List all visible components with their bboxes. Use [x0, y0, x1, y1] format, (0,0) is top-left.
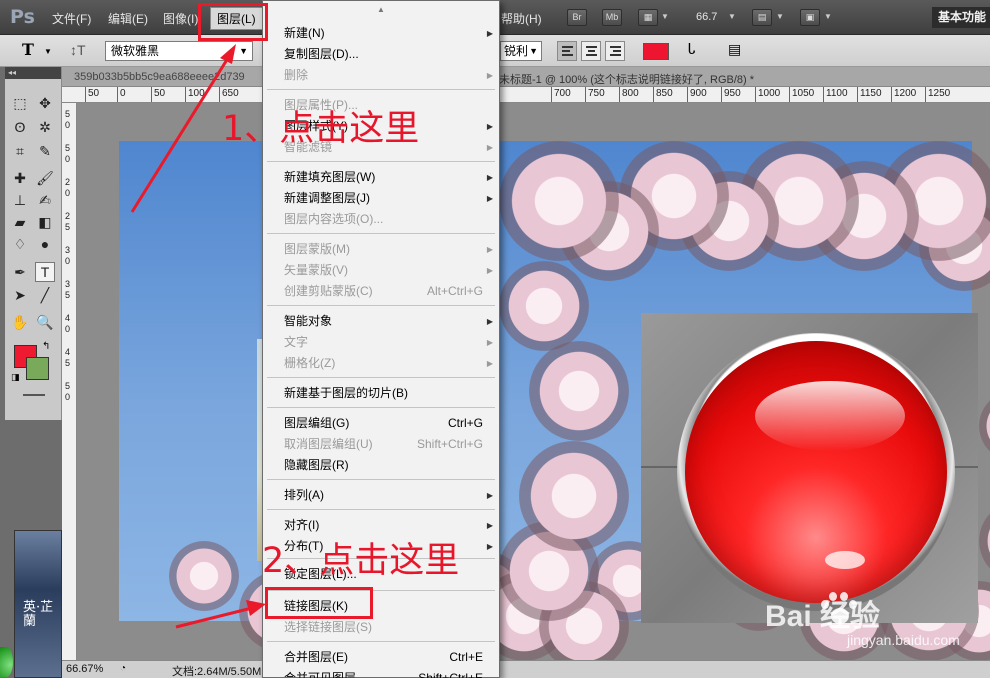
- photoshop-window: Ps 文件(F) 编辑(E) 图像(I) 图层(L) 帮助(H) Br Mb ▦…: [0, 0, 990, 678]
- annotation-arrows: [130, 44, 266, 629]
